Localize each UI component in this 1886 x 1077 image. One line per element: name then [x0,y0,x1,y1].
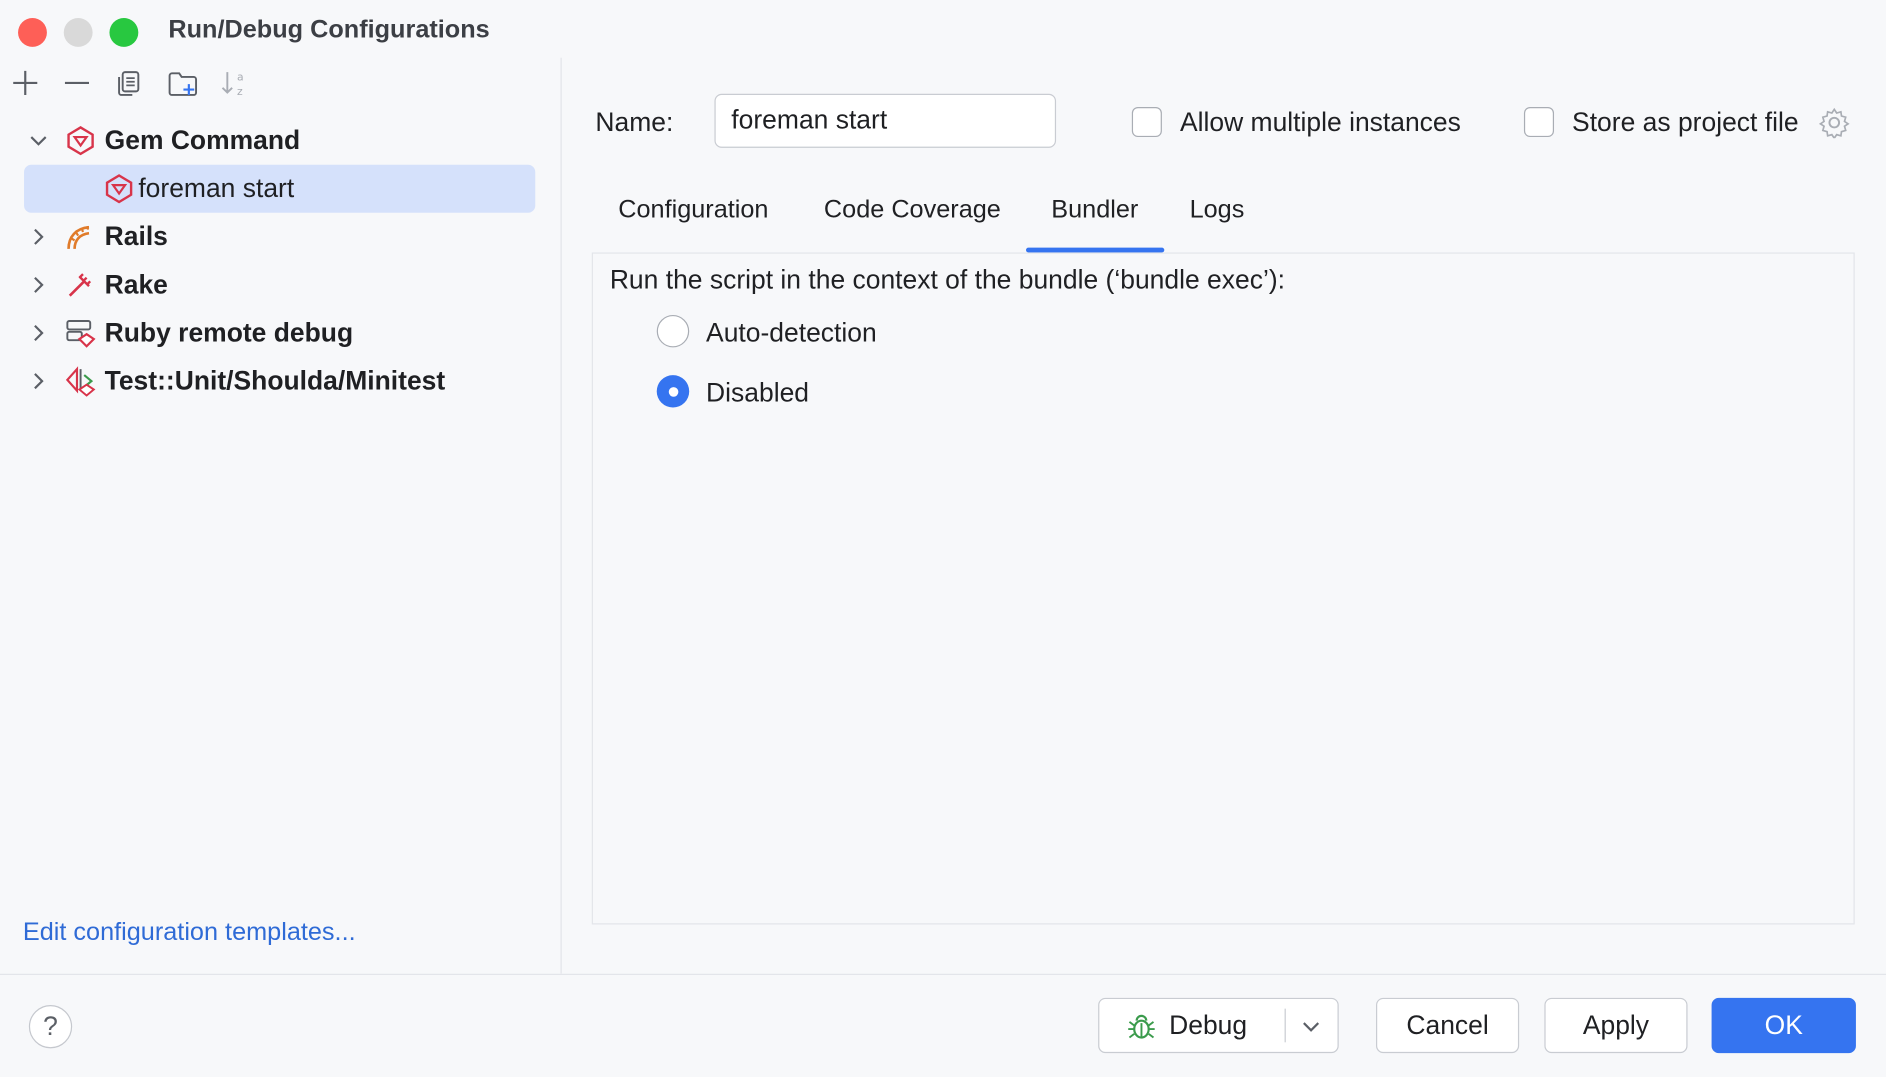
chevron-down-icon[interactable] [29,131,48,150]
auto-detection-radio[interactable] [656,314,690,348]
allow-multiple-checkbox[interactable] [1131,106,1162,138]
add-icon[interactable] [10,67,41,98]
tree-item-label: Ruby remote debug [104,317,354,348]
rails-icon [67,225,90,249]
name-label: Name: [595,106,674,138]
tab-code-coverage[interactable]: Code Coverage [824,196,1001,225]
run-debug-dialog: Run/Debug Configurations a z Gem Command [0,0,1886,1077]
apply-button[interactable]: Apply [1544,997,1688,1054]
tree-item-foreman-start[interactable]: foreman start [24,164,536,213]
tree-item-label: Rake [104,269,168,300]
new-folder-icon[interactable] [167,67,198,98]
svg-text:a: a [237,71,244,84]
minimize-window-button[interactable] [63,18,93,47]
gem-icon [67,126,94,156]
store-as-project-checkbox[interactable] [1523,106,1555,138]
remove-icon[interactable] [61,67,92,98]
close-window-button[interactable] [18,18,47,47]
allow-multiple-label: Allow multiple instances [1179,106,1461,138]
window-title: Run/Debug Configurations [168,15,490,44]
tree-item-label: Gem Command [104,125,301,156]
chevron-down-icon[interactable] [1301,1017,1320,1036]
bundler-description: Run the script in the context of the bun… [609,264,1286,295]
tree-item-gem-command[interactable]: Gem Command [24,117,535,165]
tree-item-label: foreman start [138,173,295,204]
disabled-radio[interactable] [656,375,690,408]
chevron-right-icon[interactable] [29,227,48,246]
maximize-window-button[interactable] [109,18,139,47]
store-as-project-label: Store as project file [1572,106,1799,138]
auto-detection-label: Auto-detection [706,317,877,348]
tree-item-rails[interactable]: Rails [24,213,535,261]
chevron-right-icon[interactable] [29,323,48,342]
remote-debug-icon [66,320,96,348]
debug-split-button[interactable]: Debug [1098,997,1339,1054]
help-button[interactable]: ? [28,1005,73,1049]
svg-text:z: z [237,85,243,98]
tab-bundler[interactable]: Bundler [1051,196,1138,225]
ok-button[interactable]: OK [1711,997,1856,1054]
tree-item-label: Rails [104,221,168,252]
rake-icon [68,273,92,297]
tree-item-ruby-remote-debug[interactable]: Ruby remote debug [24,309,535,357]
split-divider [1284,1008,1286,1043]
sort-alpha-icon[interactable]: a z [219,67,250,98]
tree-item-label: Test::Unit/Shoulda/Minitest [104,365,446,396]
chevron-right-icon[interactable] [29,371,48,390]
tab-configuration[interactable]: Configuration [618,196,768,225]
copy-icon[interactable] [114,67,145,98]
tree-item-test-unit[interactable]: Test::Unit/Shoulda/Minitest [24,357,535,405]
cancel-button[interactable]: Cancel [1376,997,1520,1054]
chevron-right-icon[interactable] [29,275,48,294]
name-input[interactable]: foreman start [714,93,1057,148]
test-icon [65,366,96,397]
debug-label: Debug [1169,1009,1248,1040]
edit-templates-link[interactable]: Edit configuration templates... [23,918,356,947]
gem-icon [105,174,133,204]
bundler-panel [591,252,1855,925]
tree-item-rake[interactable]: Rake [24,261,535,309]
tab-logs[interactable]: Logs [1190,196,1245,225]
gear-icon[interactable] [1818,107,1850,139]
bug-icon [1128,1014,1155,1039]
disabled-label: Disabled [706,377,810,408]
